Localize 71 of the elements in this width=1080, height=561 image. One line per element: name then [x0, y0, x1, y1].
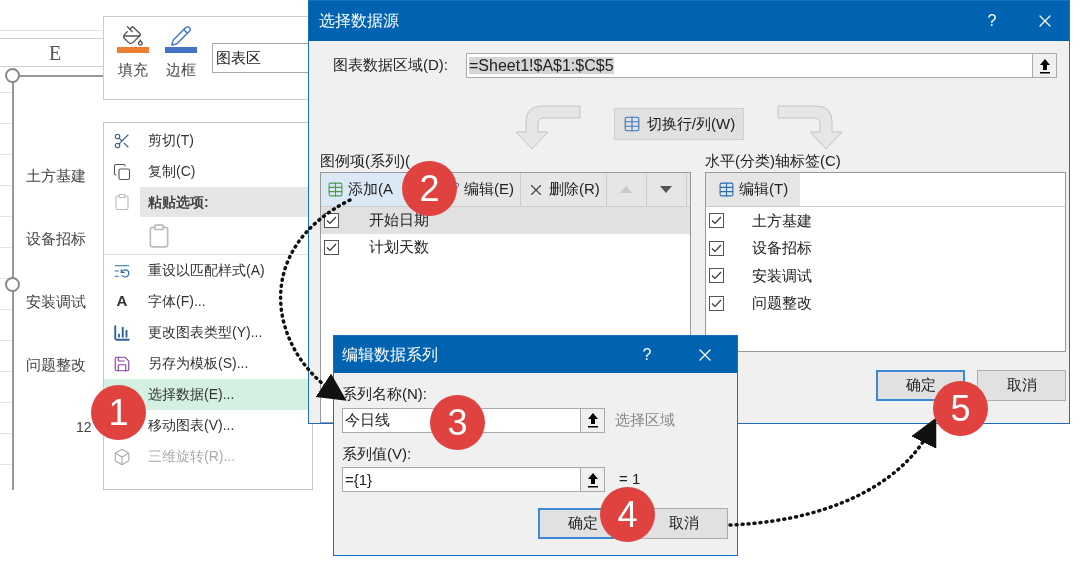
upload-arrow-icon	[586, 412, 599, 428]
category-name: 土方基建	[752, 210, 812, 231]
range-hint: 选择区域	[615, 409, 675, 430]
series-values-field[interactable]: ={1}	[342, 467, 605, 492]
category-name: 设备招标	[752, 238, 812, 258]
collapse-range-button[interactable]	[580, 408, 604, 432]
field-value: 今日线	[345, 411, 390, 428]
bar-chart-icon	[113, 323, 131, 342]
clipboard-icon	[113, 193, 131, 211]
menu-item[interactable]: 复制(C)	[104, 156, 312, 187]
check-icon	[711, 216, 722, 226]
checkbox[interactable]	[709, 240, 724, 256]
dialog-button[interactable]: 取消	[977, 370, 1066, 401]
check-icon	[711, 298, 722, 308]
axis-label: 安装调试	[26, 292, 87, 312]
menu-item[interactable]: 剪切(T)	[104, 125, 312, 156]
toolbar-button[interactable]: 边框	[164, 25, 198, 82]
series-name: 计划天数	[369, 237, 429, 258]
save-template-icon	[113, 354, 131, 373]
scissors-icon	[113, 131, 131, 150]
border-color-icon	[164, 25, 198, 53]
upload-arrow-icon	[1038, 57, 1051, 74]
category-name: 问题整改	[752, 293, 812, 313]
window-title: 选择数据源	[319, 11, 400, 31]
check-icon	[711, 243, 722, 253]
checkbox[interactable]	[709, 268, 724, 284]
checkbox[interactable]	[709, 295, 724, 311]
menu-item[interactable]: 重设以匹配样式(A)	[104, 255, 312, 286]
checkbox[interactable]	[324, 240, 339, 255]
upload-arrow-icon	[586, 471, 599, 488]
axis-label: 12	[75, 418, 93, 437]
check-icon	[326, 243, 337, 252]
menu-item[interactable]: 更改图表类型(Y)...	[104, 317, 312, 348]
font-icon: A	[113, 290, 131, 313]
series-row[interactable]: 计划天数	[321, 234, 690, 261]
menu-item[interactable]: 另存为模板(S)...	[104, 348, 312, 379]
collapse-range-button[interactable]	[1032, 54, 1056, 77]
switch-table-icon	[622, 115, 641, 133]
category-name: 安装调试	[752, 265, 812, 286]
edit-table-icon	[718, 181, 735, 198]
field-value: ={1}	[345, 470, 373, 488]
section-label: 水平(分类)轴标签(C)	[705, 151, 842, 171]
axis-label: 土方基建	[26, 166, 87, 186]
triangle-down-icon	[660, 186, 673, 193]
collapse-range-button[interactable]	[580, 468, 604, 491]
copy-icon	[113, 162, 131, 181]
edit-axis-button[interactable]: 编辑(T)	[706, 173, 801, 206]
toolbar-button[interactable]: 填充	[116, 25, 150, 82]
switch-row-column-button[interactable]: 切换行/列(W)	[613, 108, 745, 140]
axis-label: 问题整改	[26, 355, 87, 375]
help-button[interactable]: ?	[977, 9, 1007, 33]
check-icon	[326, 216, 337, 225]
help-button[interactable]: ?	[635, 342, 659, 367]
chart-resize-handle[interactable]	[5, 68, 20, 83]
cube-icon	[113, 447, 131, 466]
field-value: =Sheet1!$A$1:$C$5	[469, 56, 614, 74]
field-label: 系列名称(N):	[342, 384, 428, 404]
field-label: 图表数据区域(D):	[333, 55, 449, 76]
axis-label: 设备招标	[26, 229, 87, 249]
data-range-field[interactable]: =Sheet1!$A$1:$C$5	[466, 53, 1057, 78]
checkbox[interactable]	[324, 213, 339, 228]
list-toolbar-button[interactable]: 删除(R)	[521, 173, 607, 206]
add-table-icon	[327, 181, 344, 198]
checkbox[interactable]	[709, 213, 724, 229]
menu-item[interactable]: A 字体(F)...	[104, 286, 312, 317]
fill-color-icon	[116, 25, 150, 53]
values-result: = 1	[619, 469, 641, 490]
triangle-up-icon	[620, 186, 633, 193]
window-title: 编辑数据系列	[342, 344, 439, 365]
field-label: 系列值(V):	[342, 443, 413, 464]
check-icon	[711, 271, 722, 281]
